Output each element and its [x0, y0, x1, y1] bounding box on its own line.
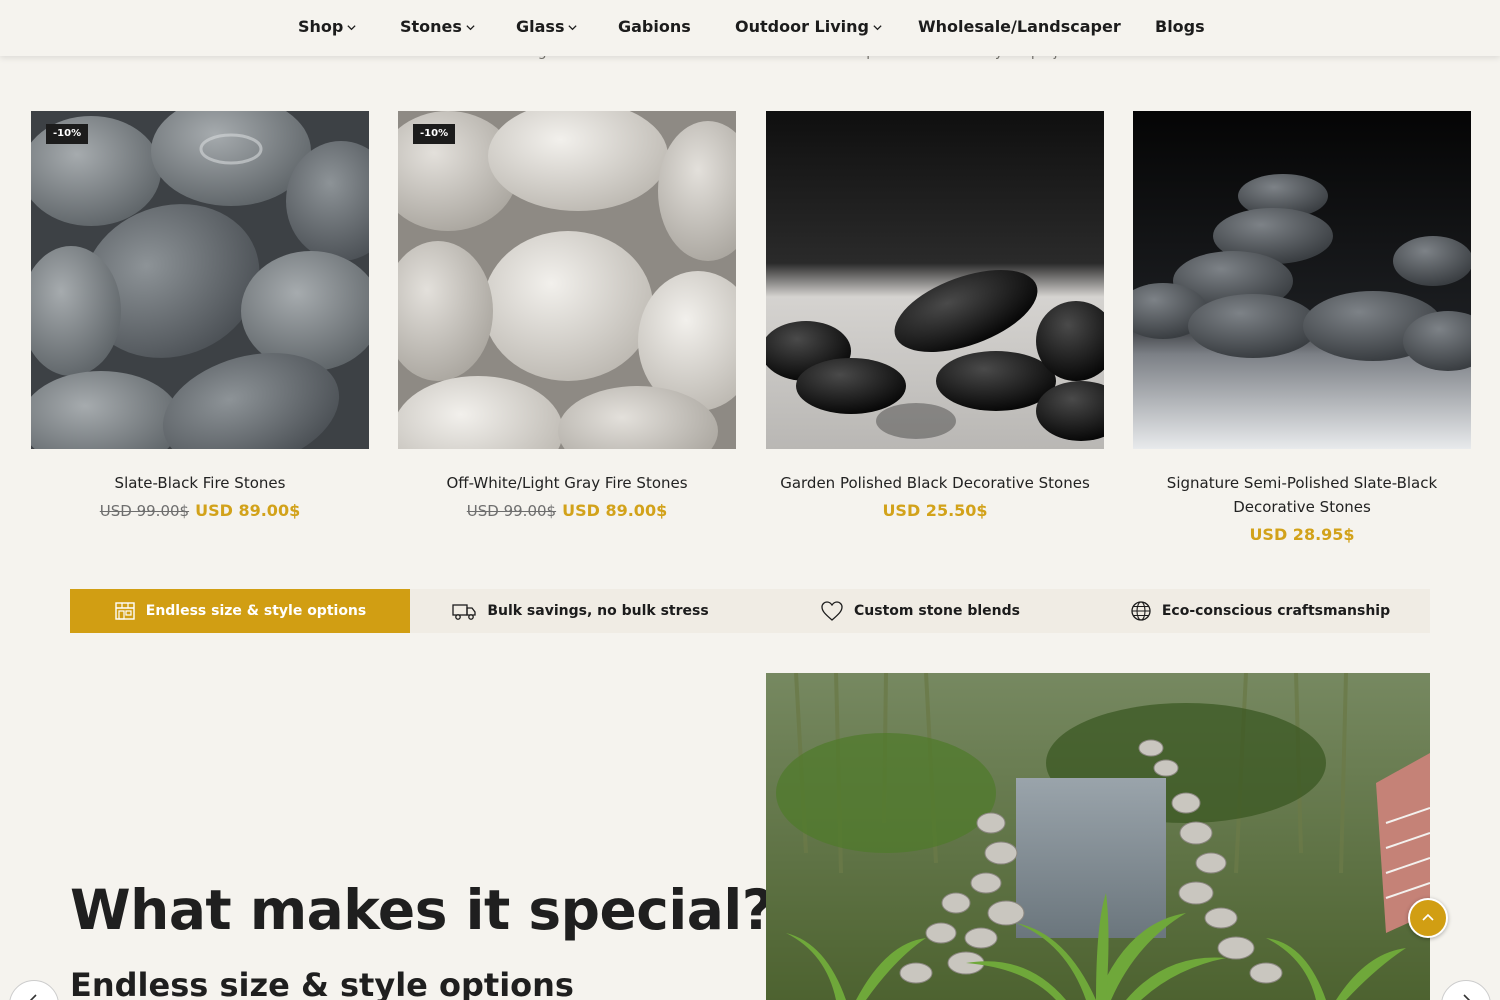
tab-label: Custom stone blends — [854, 603, 1020, 619]
globe-icon — [1131, 601, 1151, 621]
product-card[interactable]: Signature Semi-Polished Slate-Black Deco… — [1133, 111, 1471, 545]
nav-item-glass[interactable]: Glass — [516, 17, 578, 36]
product-image[interactable]: -10% — [31, 111, 369, 449]
original-price: USD 99.00$ — [466, 502, 557, 520]
nav-item-label: Outdoor Living — [735, 17, 869, 36]
chevron-down-icon — [568, 24, 578, 30]
nav-item-wholesale[interactable]: Wholesale/Landscaper — [918, 17, 1121, 36]
sale-price: USD 89.00$ — [195, 501, 301, 520]
heart-icon — [821, 601, 843, 621]
nav-item-shop[interactable]: Shop — [298, 17, 357, 36]
chevron-right-icon — [1463, 994, 1471, 1000]
nav-item-gabions[interactable]: Gabions — [618, 17, 691, 36]
product-price: USD 99.00$ USD 89.00$ — [31, 501, 369, 521]
product-image[interactable]: -10% — [398, 111, 736, 449]
product-image[interactable] — [766, 111, 1104, 449]
chevron-down-icon — [466, 24, 475, 30]
nav-item-label: Stones — [400, 17, 462, 36]
product-title[interactable]: Off-White/Light Gray Fire Stones — [398, 471, 736, 495]
carousel-prev-button[interactable] — [9, 980, 59, 1000]
product-title[interactable]: Garden Polished Black Decorative Stones — [766, 471, 1104, 495]
product-price: USD 99.00$ USD 89.00$ — [398, 501, 736, 521]
sale-price: USD 25.50$ — [882, 501, 988, 520]
feature-tabs: Endless size & style options Bulk saving… — [70, 589, 1430, 633]
nav-item-label: Wholesale/Landscaper — [918, 17, 1121, 36]
product-image[interactable] — [1133, 111, 1471, 449]
tab-bulk-savings[interactable]: Bulk savings, no bulk stress — [410, 589, 750, 633]
tab-eco-conscious-craftsmanship[interactable]: Eco-conscious craftsmanship — [1090, 589, 1430, 633]
original-price: USD 99.00$ — [99, 502, 190, 520]
product-card[interactable]: Garden Polished Black Decorative Stones … — [766, 111, 1104, 521]
scroll-to-top-button[interactable] — [1408, 898, 1448, 938]
product-price: USD 28.95$ — [1133, 525, 1471, 545]
nav-item-label: Shop — [298, 17, 344, 36]
garden-waterfall-image — [766, 673, 1430, 1000]
product-card[interactable]: -10% Off-White/Light Gray Fire Stones US… — [398, 111, 736, 521]
tab-label: Bulk savings, no bulk stress — [487, 603, 709, 619]
tab-custom-stone-blends[interactable]: Custom stone blends — [750, 589, 1090, 633]
section-heading: What makes it special? — [70, 878, 774, 942]
discount-badge: -10% — [46, 124, 89, 144]
nav-item-label: Glass — [516, 17, 565, 36]
truck-icon — [452, 604, 476, 620]
carousel-next-button[interactable] — [1441, 980, 1491, 1000]
tab-label: Eco-conscious craftsmanship — [1161, 603, 1391, 619]
tab-endless-size-style-options[interactable]: Endless size & style options — [70, 589, 410, 633]
nav-item-label: Blogs — [1155, 17, 1205, 36]
product-price: USD 25.50$ — [766, 501, 1104, 521]
product-title[interactable]: Slate-Black Fire Stones — [31, 471, 369, 495]
discount-badge: -10% — [413, 124, 456, 144]
product-card[interactable]: -10% Slate-Black Fire Stones USD 99.00$ U… — [31, 111, 369, 521]
product-title[interactable]: Signature Semi-Polished Slate-Black Deco… — [1133, 471, 1471, 519]
nav-item-label: Gabions — [618, 17, 691, 36]
chevron-left-icon — [29, 994, 37, 1000]
chevron-up-icon — [1422, 913, 1434, 921]
section-subheading: Endless size & style options — [70, 966, 574, 1000]
sale-price: USD 28.95$ — [1249, 525, 1355, 544]
storefront-icon — [115, 602, 135, 620]
chevron-down-icon — [347, 24, 356, 30]
sale-price: USD 89.00$ — [562, 501, 668, 520]
chevron-down-icon — [873, 24, 882, 30]
nav-item-outdoor-living[interactable]: Outdoor Living — [735, 17, 883, 36]
nav-item-blogs[interactable]: Blogs — [1155, 17, 1205, 36]
tab-label: Endless size & style options — [145, 603, 367, 619]
main-navigation: Shop Stones Glass Gabions Outdoor Living… — [0, 0, 1500, 56]
nav-item-stones[interactable]: Stones — [400, 17, 476, 36]
